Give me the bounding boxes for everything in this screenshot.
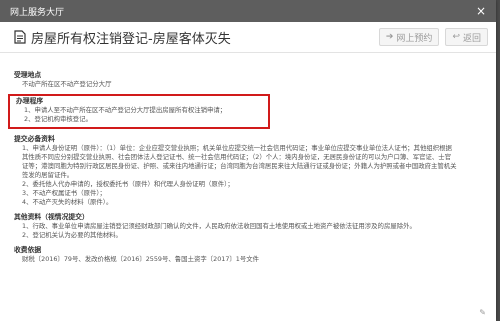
other-section-title: 其他资料（视情况提交） bbox=[14, 213, 89, 221]
content-area: 受理地点 不动产所在区不动产登记分大厅 办理程序 1、申请人至不动产所在区不动产… bbox=[0, 53, 496, 264]
appointment-button-label: 网上预约 bbox=[396, 33, 433, 44]
page-title: 房屋所有权注销登记-房屋客体灭失 bbox=[31, 31, 231, 47]
document-icon bbox=[14, 30, 26, 44]
procedure-item: 2、登记机构审核登记。 bbox=[24, 115, 92, 123]
procedure-highlight-box: 办理程序 1、申请人至不动产所在区不动产登记分大厅提出房屋所有权注销申请； 2、… bbox=[8, 94, 270, 129]
materials-item: 4、不动产灭失的材料（原件）。 bbox=[22, 198, 113, 206]
dialog-window: 网上服务大厅 × 房屋所有权注销登记-房屋客体灭失 ➔ 网上预约 ↩ 返回 受理… bbox=[0, 0, 496, 321]
basis-item: 财税〔2016〕79号、发改价格规〔2016〕2559号、鲁国土资字〔2017〕… bbox=[22, 255, 260, 263]
other-item: 2、登记机关认为必要的其他材料。 bbox=[22, 231, 122, 239]
return-arrow-icon: ↩ bbox=[452, 32, 460, 42]
arrow-right-icon: ➔ bbox=[385, 32, 394, 42]
window-titlebar: 网上服务大厅 × bbox=[0, 0, 496, 22]
procedure-section-title: 办理程序 bbox=[16, 97, 44, 105]
location-item: 不动产所在区不动产登记分大厅 bbox=[22, 80, 112, 88]
back-button[interactable]: ↩ 返回 bbox=[445, 28, 488, 46]
appointment-button[interactable]: ➔ 网上预约 bbox=[378, 28, 440, 46]
window-title: 网上服务大厅 bbox=[10, 7, 65, 18]
materials-item: 3、不动产权属证书（原件）； bbox=[22, 189, 106, 197]
materials-item: 2、委托他人代办申请的，授权委托书（原件）和代理人身份证明（原件）； bbox=[22, 180, 234, 188]
page-header: 房屋所有权注销登记-房屋客体灭失 ➔ 网上预约 ↩ 返回 bbox=[0, 22, 496, 53]
materials-item: 证等；港澳同胞为特别行政区居民身份证、护照、或来往内地通行证；台湾同胞为台湾居民… bbox=[22, 162, 457, 170]
materials-item: 其性质不同应分别提交营业执照、社会团体法人登记证书、统一社会信用代码证；（2）个… bbox=[22, 153, 452, 161]
materials-section-title: 提交必备资料 bbox=[14, 135, 55, 143]
procedure-item: 1、申请人至不动产所在区不动产登记分大厅提出房屋所有权注销申请； bbox=[24, 106, 227, 114]
location-section-title: 受理地点 bbox=[14, 71, 42, 79]
close-icon[interactable]: × bbox=[476, 4, 486, 18]
materials-item: 1、申请人身份证明（原件）：（1）单位：企业应提交营业执照；机关单位应提交统一社… bbox=[22, 144, 452, 152]
back-button-label: 返回 bbox=[462, 33, 481, 44]
basis-section-title: 收费依据 bbox=[14, 246, 42, 254]
other-item: 1、行政、事业单位申请房屋注销登记须经财政部门确认的文件，人民政府依法收回国有土… bbox=[22, 222, 416, 230]
watermark-icon: ✎ bbox=[479, 308, 486, 317]
materials-item: 签发的居留证件。 bbox=[22, 171, 74, 179]
